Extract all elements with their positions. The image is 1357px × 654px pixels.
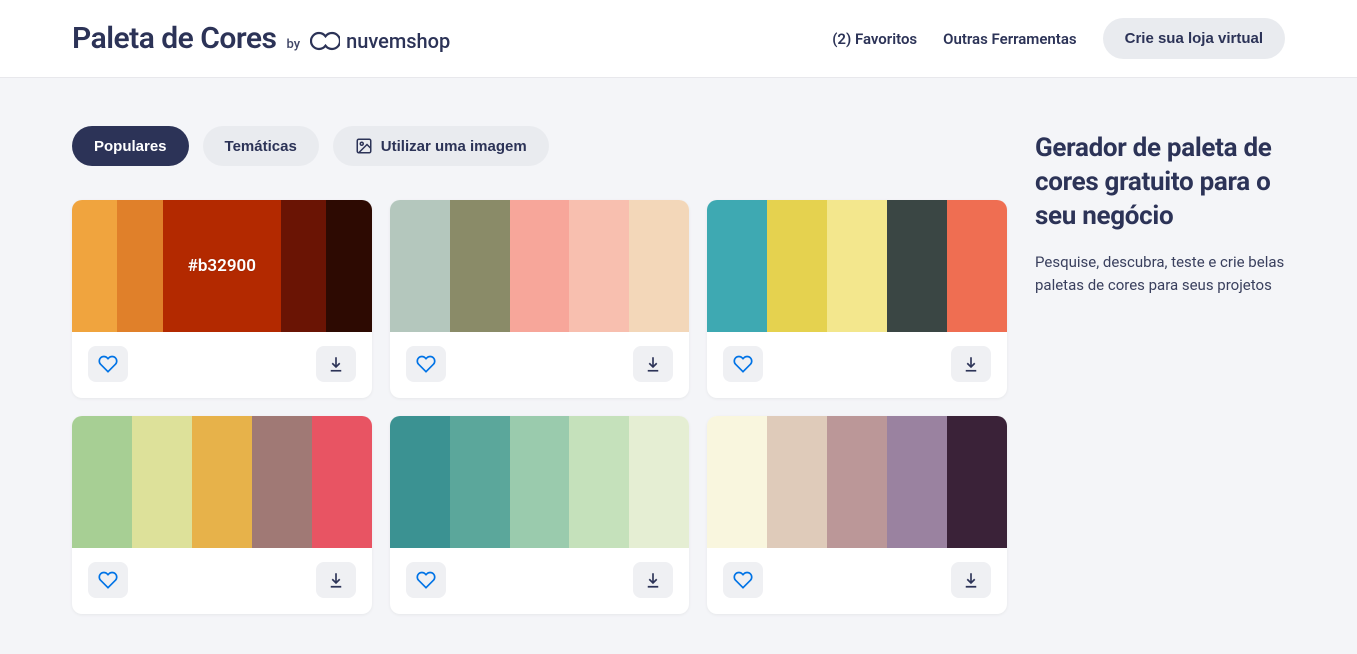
tab-bar: Populares Temáticas Utilizar uma imagem bbox=[72, 126, 1007, 166]
palette-card bbox=[390, 416, 690, 614]
swatch-row: #b32900 bbox=[72, 200, 372, 332]
color-swatch[interactable] bbox=[192, 416, 252, 548]
color-swatch[interactable] bbox=[281, 200, 326, 332]
favorite-button[interactable] bbox=[406, 346, 446, 382]
download-button[interactable] bbox=[316, 346, 356, 382]
swatch-row bbox=[390, 416, 690, 548]
heart-icon bbox=[733, 570, 753, 590]
heart-icon bbox=[416, 354, 436, 374]
left-column: Populares Temáticas Utilizar uma imagem … bbox=[72, 126, 1007, 614]
color-swatch[interactable] bbox=[767, 200, 827, 332]
color-swatch[interactable] bbox=[569, 200, 629, 332]
cta-create-store-button[interactable]: Crie sua loja virtual bbox=[1103, 18, 1285, 59]
card-footer bbox=[390, 548, 690, 614]
color-swatch[interactable] bbox=[629, 416, 689, 548]
color-swatch[interactable] bbox=[887, 416, 947, 548]
heart-icon bbox=[416, 570, 436, 590]
tab-use-image-label: Utilizar uma imagem bbox=[381, 138, 527, 155]
favorite-button[interactable] bbox=[88, 346, 128, 382]
card-footer bbox=[707, 548, 1007, 614]
sidebar-subtext: Pesquise, descubra, teste e crie belas p… bbox=[1035, 251, 1285, 296]
palette-grid: #b32900 bbox=[72, 200, 1007, 614]
by-label: by bbox=[286, 37, 300, 52]
palette-card: #b32900 bbox=[72, 200, 372, 398]
color-swatch[interactable] bbox=[569, 416, 629, 548]
swatch-hex-label: #b32900 bbox=[188, 256, 256, 276]
sidebar-heading: Gerador de paleta de cores gratuito para… bbox=[1035, 132, 1285, 233]
swatch-row bbox=[390, 200, 690, 332]
download-icon bbox=[962, 571, 980, 589]
color-swatch[interactable] bbox=[390, 416, 450, 548]
color-swatch[interactable] bbox=[947, 416, 1007, 548]
download-icon bbox=[327, 355, 345, 373]
tab-thematic[interactable]: Temáticas bbox=[203, 126, 319, 166]
cloud-icon bbox=[310, 31, 340, 51]
heart-icon bbox=[98, 354, 118, 374]
card-footer bbox=[72, 548, 372, 614]
color-swatch[interactable] bbox=[510, 416, 570, 548]
card-footer bbox=[72, 332, 372, 398]
download-button[interactable] bbox=[316, 562, 356, 598]
palette-card bbox=[707, 200, 1007, 398]
heart-icon bbox=[733, 354, 753, 374]
download-button[interactable] bbox=[633, 346, 673, 382]
heart-icon bbox=[98, 570, 118, 590]
swatch-row bbox=[707, 416, 1007, 548]
tab-use-image[interactable]: Utilizar uma imagem bbox=[333, 126, 549, 166]
download-button[interactable] bbox=[633, 562, 673, 598]
download-icon bbox=[327, 571, 345, 589]
palette-card bbox=[707, 416, 1007, 614]
download-icon bbox=[644, 571, 662, 589]
sidebar: Gerador de paleta de cores gratuito para… bbox=[1035, 126, 1285, 296]
swatch-row bbox=[707, 200, 1007, 332]
color-swatch[interactable] bbox=[767, 416, 827, 548]
header: Paleta de Cores by nuvemshop (2) Favorit… bbox=[0, 0, 1357, 78]
palette-card bbox=[72, 416, 372, 614]
download-icon bbox=[644, 355, 662, 373]
top-nav: (2) Favoritos Outras Ferramentas Crie su… bbox=[832, 18, 1285, 59]
favorite-button[interactable] bbox=[406, 562, 446, 598]
card-footer bbox=[707, 332, 1007, 398]
color-swatch[interactable] bbox=[827, 200, 887, 332]
download-icon bbox=[962, 355, 980, 373]
color-swatch[interactable] bbox=[252, 416, 312, 548]
logo-group: Paleta de Cores by nuvemshop bbox=[72, 21, 450, 56]
download-button[interactable] bbox=[951, 562, 991, 598]
color-swatch[interactable] bbox=[827, 416, 887, 548]
color-swatch[interactable] bbox=[117, 200, 162, 332]
color-swatch[interactable] bbox=[707, 416, 767, 548]
color-swatch[interactable] bbox=[390, 200, 450, 332]
brand-name: nuvemshop bbox=[346, 29, 450, 53]
color-swatch[interactable] bbox=[450, 200, 510, 332]
color-swatch[interactable] bbox=[132, 416, 192, 548]
color-swatch[interactable]: #b32900 bbox=[163, 200, 281, 332]
color-swatch[interactable] bbox=[72, 416, 132, 548]
download-button[interactable] bbox=[951, 346, 991, 382]
card-footer bbox=[390, 332, 690, 398]
swatch-row bbox=[72, 416, 372, 548]
palette-card bbox=[390, 200, 690, 398]
nav-tools[interactable]: Outras Ferramentas bbox=[943, 30, 1076, 48]
color-swatch[interactable] bbox=[312, 416, 372, 548]
color-swatch[interactable] bbox=[72, 200, 117, 332]
color-swatch[interactable] bbox=[947, 200, 1007, 332]
color-swatch[interactable] bbox=[887, 200, 947, 332]
color-swatch[interactable] bbox=[450, 416, 510, 548]
page-title: Paleta de Cores bbox=[72, 21, 276, 56]
color-swatch[interactable] bbox=[629, 200, 689, 332]
favorite-button[interactable] bbox=[88, 562, 128, 598]
color-swatch[interactable] bbox=[510, 200, 570, 332]
main-content: Populares Temáticas Utilizar uma imagem … bbox=[0, 78, 1357, 654]
favorite-button[interactable] bbox=[723, 562, 763, 598]
tab-popular[interactable]: Populares bbox=[72, 126, 189, 166]
image-icon bbox=[355, 137, 373, 155]
color-swatch[interactable] bbox=[326, 200, 371, 332]
favorite-button[interactable] bbox=[723, 346, 763, 382]
nav-favorites[interactable]: (2) Favoritos bbox=[832, 30, 917, 48]
brand-logo[interactable]: nuvemshop bbox=[310, 29, 450, 53]
color-swatch[interactable] bbox=[707, 200, 767, 332]
